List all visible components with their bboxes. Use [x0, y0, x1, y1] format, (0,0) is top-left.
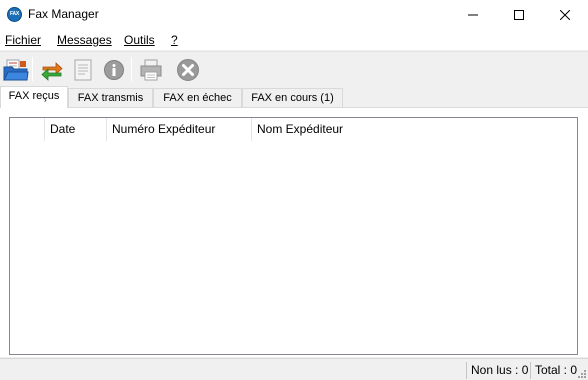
- status-separator: [530, 362, 531, 379]
- close-button[interactable]: [542, 0, 588, 30]
- delete-icon: [177, 59, 199, 81]
- menu-fichier[interactable]: Fichier: [5, 33, 41, 47]
- column-header-date[interactable]: Date: [45, 118, 107, 141]
- maximize-icon: [514, 10, 524, 20]
- menu-help[interactable]: ?: [171, 33, 178, 47]
- resize-grip-icon[interactable]: [576, 368, 586, 378]
- window-title: Fax Manager: [28, 7, 99, 21]
- fax-app-icon: FAX: [7, 7, 22, 22]
- tab-fax-transmis[interactable]: FAX transmis: [68, 88, 153, 108]
- tab-fax-en-cours[interactable]: FAX en cours (1): [242, 88, 343, 108]
- menu-bar: Fichier Messages Outils ?: [0, 30, 588, 50]
- info-button[interactable]: [100, 56, 128, 84]
- tab-panel: Date Numéro Expéditeur Nom Expéditeur: [0, 107, 588, 357]
- minimize-button[interactable]: [450, 0, 496, 30]
- printer-icon: [140, 59, 162, 81]
- refresh-button[interactable]: [38, 56, 66, 84]
- toolbar: [0, 51, 588, 86]
- open-folder-icon: [3, 59, 29, 81]
- menu-messages[interactable]: Messages: [57, 33, 112, 47]
- menu-outils[interactable]: Outils: [124, 33, 155, 47]
- close-icon: [560, 10, 570, 20]
- column-header-select[interactable]: [10, 118, 45, 141]
- fax-list[interactable]: Date Numéro Expéditeur Nom Expéditeur: [9, 117, 578, 355]
- column-header-numero[interactable]: Numéro Expéditeur: [107, 118, 252, 141]
- minimize-icon: [468, 14, 478, 16]
- toolbar-separator: [131, 57, 132, 81]
- tab-fax-en-echec[interactable]: FAX en échec: [153, 88, 242, 108]
- status-total: Total : 0: [535, 363, 578, 377]
- status-bar: Non lus : 0 Total : 0: [0, 358, 588, 380]
- tab-strip: FAX reçus FAX transmis FAX en échec FAX …: [0, 86, 588, 108]
- column-header-nom[interactable]: Nom Expéditeur: [252, 118, 402, 141]
- refresh-icon: [41, 62, 63, 81]
- print-button[interactable]: [137, 56, 165, 84]
- open-button[interactable]: [2, 56, 30, 84]
- info-icon: [104, 60, 124, 80]
- maximize-button[interactable]: [496, 0, 542, 30]
- title-bar: FAX Fax Manager: [0, 0, 588, 30]
- toolbar-separator: [32, 57, 33, 81]
- document-icon: [74, 59, 92, 81]
- status-unread: Non lus : 0: [471, 363, 529, 377]
- view-document-button[interactable]: [69, 56, 97, 84]
- status-separator: [466, 362, 467, 379]
- delete-button[interactable]: [174, 56, 202, 84]
- tab-fax-recus[interactable]: FAX reçus: [0, 86, 68, 108]
